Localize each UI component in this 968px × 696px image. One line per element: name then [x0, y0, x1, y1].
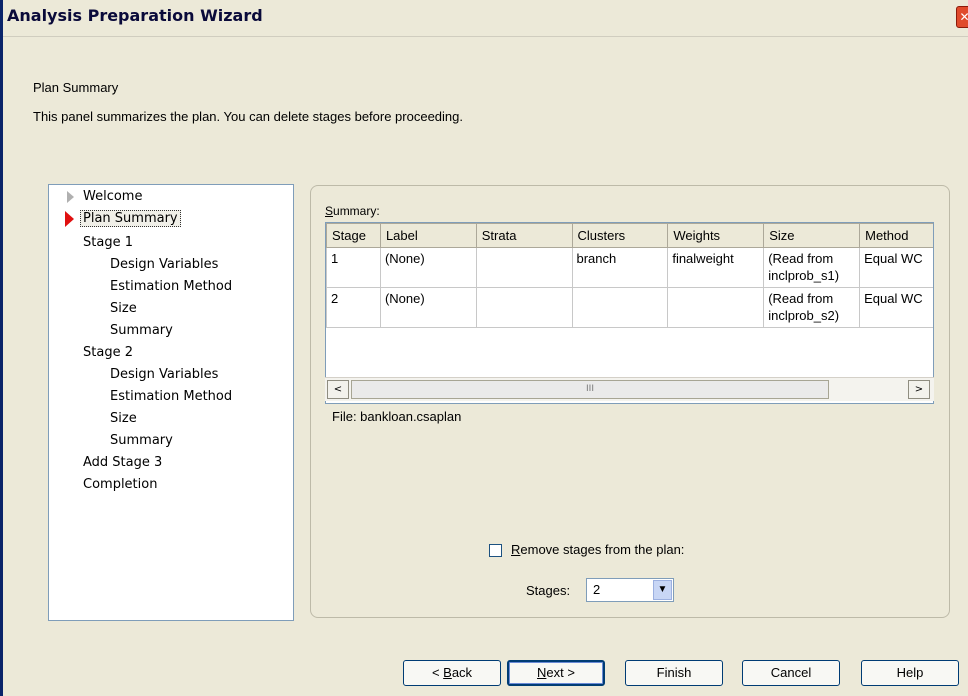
tree-item-label: Plan Summary: [80, 210, 181, 227]
cell-size-line: inclprob_s1): [768, 268, 840, 283]
wizard-window: Analysis Preparation Wizard ✕ Plan Summa…: [0, 0, 968, 696]
scroll-thumb[interactable]: III: [351, 380, 829, 399]
cell-label: (None): [379, 247, 477, 288]
tree-item-plan-summary[interactable]: Plan Summary: [80, 210, 181, 227]
cell-size-line: (Read from: [768, 291, 834, 306]
remove-stages-checkbox[interactable]: [489, 544, 502, 557]
column-header-clusters[interactable]: Clusters: [571, 223, 669, 248]
cell-weights: finalweight: [667, 247, 765, 288]
chevron-down-icon[interactable]: ▼: [653, 580, 672, 600]
tree-item-stage-1[interactable]: Stage 1: [83, 235, 133, 250]
close-icon[interactable]: ✕: [956, 6, 968, 28]
file-name-label: File: bankloan.csaplan: [332, 409, 462, 424]
cell-strata: [475, 287, 573, 328]
summary-label: Summary:: [325, 204, 380, 218]
back-button[interactable]: < Back: [403, 660, 501, 686]
tree-item-stage-1-estimation-method[interactable]: Estimation Method: [110, 279, 232, 294]
tree-item-stage-2[interactable]: Stage 2: [83, 345, 133, 360]
page-title: Plan Summary: [33, 80, 119, 95]
horizontal-scrollbar[interactable]: < III >: [325, 377, 934, 401]
column-header-weights[interactable]: Weights: [667, 223, 765, 248]
summary-mnemonic: S: [325, 204, 334, 218]
stages-label-pre: Sta: [526, 583, 546, 598]
scroll-left-icon[interactable]: <: [327, 380, 349, 399]
stages-mnemonic: g: [545, 583, 553, 598]
page-description: This panel summarizes the plan. You can …: [33, 109, 463, 124]
table-row[interactable]: 2 (None) (Read from inclprob_s2) Equal WC: [326, 287, 933, 328]
column-header-stage[interactable]: Stage: [326, 223, 381, 248]
next-label-text: ext >: [546, 665, 575, 680]
column-header-method[interactable]: Method: [859, 223, 933, 248]
summary-label-text: ummary:: [333, 204, 380, 218]
cell-clusters: branch: [571, 247, 669, 288]
tree-item-welcome[interactable]: Welcome: [83, 189, 142, 204]
stages-label: Stages:: [526, 583, 570, 598]
cell-size: (Read from inclprob_s2): [763, 287, 861, 328]
tree-item-stage-2-design-variables[interactable]: Design Variables: [110, 367, 218, 382]
back-label-text: ack: [451, 665, 473, 680]
tree-item-stage-1-summary[interactable]: Summary: [110, 323, 173, 338]
tree-item-stage-2-size[interactable]: Size: [110, 411, 137, 426]
tree-arrow-icon: [67, 191, 74, 203]
current-step-arrow-icon: [65, 211, 74, 227]
stages-select[interactable]: 2 ▼: [586, 578, 674, 602]
remove-stages-label[interactable]: Remove stages from the plan:: [511, 542, 684, 557]
cell-stage: 1: [326, 247, 381, 288]
cell-stage: 2: [326, 287, 381, 328]
tree-item-add-stage-3[interactable]: Add Stage 3: [83, 455, 162, 470]
tree-item-stage-2-estimation-method[interactable]: Estimation Method: [110, 389, 232, 404]
summary-table: Stage Label Strata Clusters Weights Size…: [326, 223, 933, 328]
finish-button[interactable]: Finish: [625, 660, 723, 686]
cell-method: Equal WC: [859, 287, 933, 328]
tree-item-completion[interactable]: Completion: [83, 477, 157, 492]
remove-label-text: emove stages from the plan:: [520, 542, 685, 557]
back-prefix: <: [431, 665, 444, 680]
next-mnemonic: N: [537, 665, 547, 680]
back-mnemonic: B: [443, 665, 452, 680]
column-header-label[interactable]: Label: [379, 223, 477, 248]
remove-mnemonic: R: [511, 542, 521, 557]
cancel-button[interactable]: Cancel: [742, 660, 840, 686]
stages-label-post: es:: [552, 583, 571, 598]
tree-item-stage-1-design-variables[interactable]: Design Variables: [110, 257, 218, 272]
table-row[interactable]: 1 (None) branch finalweight (Read from in…: [326, 247, 933, 288]
column-header-size[interactable]: Size: [763, 223, 861, 248]
title-bar: Analysis Preparation Wizard ✕: [3, 0, 968, 37]
table-header-row: Stage Label Strata Clusters Weights Size…: [326, 223, 933, 248]
stages-select-value: 2: [593, 582, 601, 597]
next-button[interactable]: Next >: [507, 660, 605, 686]
tree-item-stage-1-size[interactable]: Size: [110, 301, 137, 316]
help-button[interactable]: Help: [861, 660, 959, 686]
window-title: Analysis Preparation Wizard: [7, 6, 263, 25]
cell-size: (Read from inclprob_s1): [763, 247, 861, 288]
cell-clusters: [571, 287, 669, 328]
cell-method: Equal WC: [859, 247, 933, 288]
cell-weights: [667, 287, 765, 328]
wizard-step-tree: Welcome Plan Summary Stage 1 Design Vari…: [48, 184, 294, 621]
tree-item-stage-2-summary[interactable]: Summary: [110, 433, 173, 448]
cell-size-line: inclprob_s2): [768, 308, 840, 323]
cell-strata: [475, 247, 573, 288]
cell-label: (None): [379, 287, 477, 328]
cell-size-line: (Read from: [768, 251, 834, 266]
column-header-strata[interactable]: Strata: [475, 223, 573, 248]
scroll-right-icon[interactable]: >: [908, 380, 930, 399]
